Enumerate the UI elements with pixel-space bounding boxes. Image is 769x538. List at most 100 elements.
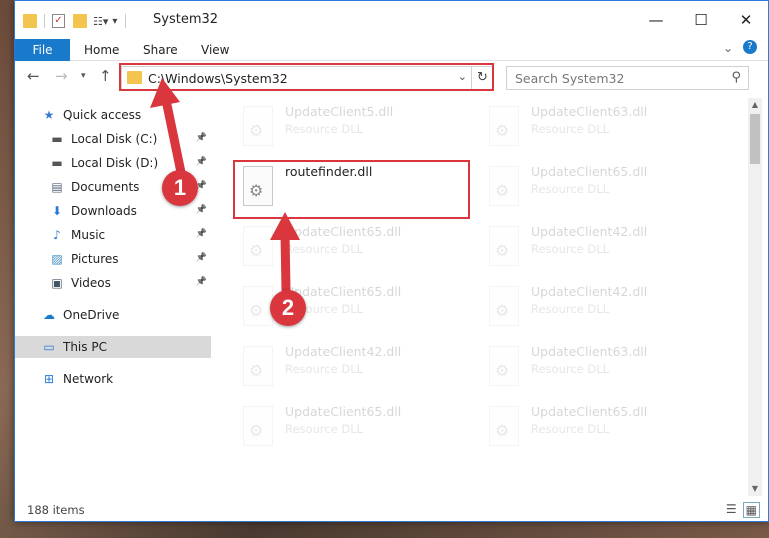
scrollbar-thumb[interactable] xyxy=(750,114,760,164)
dll-file-icon: ⚙ xyxy=(489,106,519,146)
folder-icon[interactable] xyxy=(23,14,37,28)
dll-file-icon: ⚙ xyxy=(243,346,273,386)
sidebar-item-label: Local Disk (D:) xyxy=(71,156,159,170)
sidebar-item-this-pc[interactable]: ▭ This PC xyxy=(15,336,211,358)
scroll-up-icon[interactable]: ▲ xyxy=(748,98,762,112)
gear-icon: ⚙ xyxy=(495,421,510,440)
file-type: Resource DLL xyxy=(285,422,364,436)
file-name: UpdateClient63.dll xyxy=(531,344,648,359)
gear-icon: ⚙ xyxy=(249,361,264,380)
toolbar-divider xyxy=(125,14,127,28)
pin-icon[interactable]: 📌 xyxy=(196,229,207,239)
window-title: System32 xyxy=(153,12,219,27)
scroll-down-icon[interactable]: ▼ xyxy=(748,482,762,496)
gear-icon: ⚙ xyxy=(495,181,510,200)
forward-arrow-icon[interactable]: → xyxy=(55,67,68,89)
file-name: UpdateClient63.dll xyxy=(531,104,648,119)
details-view-icon[interactable]: ☰ xyxy=(726,502,737,518)
recent-locations-icon[interactable]: ▾ xyxy=(81,71,86,93)
file-item[interactable]: ⚙ UpdateClient42.dll Resource DLL xyxy=(483,222,719,276)
pin-icon[interactable]: 📌 xyxy=(196,277,207,287)
properties-icon[interactable]: ✓ xyxy=(52,14,65,28)
file-item[interactable]: ⚙ UpdateClient65.dll Resource DLL xyxy=(483,402,719,456)
search-input[interactable]: Search System32 ⚲ xyxy=(506,66,749,90)
back-arrow-icon[interactable]: ← xyxy=(27,67,40,89)
file-item[interactable]: ⚙ UpdateClient42.dll Resource DLL xyxy=(237,342,473,396)
large-icons-view-icon[interactable]: ▦ xyxy=(742,502,760,518)
pin-icon[interactable]: 📌 xyxy=(196,253,207,263)
gear-icon: ⚙ xyxy=(495,241,510,260)
cloud-icon: ☁ xyxy=(43,308,55,322)
toolbar-divider xyxy=(44,14,45,28)
sidebar-item-quick-access[interactable]: ★ Quick access xyxy=(15,104,211,126)
file-item[interactable]: ⚙ UpdateClient65.dll Resource DLL xyxy=(237,222,473,276)
file-item[interactable]: ⚙ UpdateClient63.dll Resource DLL xyxy=(483,342,719,396)
file-item[interactable]: ⚙ UpdateClient65.dll Resource DLL xyxy=(237,402,473,456)
network-icon: ⊞ xyxy=(43,372,55,386)
gear-icon: ⚙ xyxy=(249,301,264,320)
minimize-button[interactable]: — xyxy=(633,1,679,39)
file-item[interactable]: ⚙ UpdateClient63.dll Resource DLL xyxy=(483,102,719,156)
help-icon[interactable]: ? xyxy=(743,40,757,54)
tab-file[interactable]: File xyxy=(15,39,70,61)
navigation-pane: ★ Quick access ▬ Local Disk (C:) 📌 ▬ Local Dis… xyxy=(15,96,211,496)
dropdown-arrow-icon[interactable]: ▾ xyxy=(112,16,117,27)
customize-icon[interactable]: ☷▾ xyxy=(93,15,108,28)
address-highlight-box xyxy=(119,63,494,91)
dll-file-icon: ⚙ xyxy=(489,346,519,386)
file-highlight-box xyxy=(233,160,470,219)
download-icon: ⬇ xyxy=(51,204,63,218)
file-item[interactable]: ⚙ UpdateClient42.dll Resource DLL xyxy=(483,282,719,336)
dll-file-icon: ⚙ xyxy=(243,106,273,146)
file-type: Resource DLL xyxy=(531,422,610,436)
sidebar-item-videos[interactable]: ▣ Videos 📌 xyxy=(15,272,211,294)
sidebar-item-label: Pictures xyxy=(71,252,119,266)
tab-home[interactable]: Home xyxy=(84,39,119,61)
videos-icon: ▣ xyxy=(51,276,63,290)
sidebar-item-label: OneDrive xyxy=(63,308,120,322)
file-type: Resource DLL xyxy=(531,362,610,376)
item-count: 188 items xyxy=(27,503,85,517)
file-name: UpdateClient42.dll xyxy=(531,284,648,299)
sidebar-item-label: Music xyxy=(71,228,106,242)
dll-file-icon: ⚙ xyxy=(489,226,519,266)
drive-icon: ▬ xyxy=(51,132,63,146)
sidebar-item-label: Quick access xyxy=(63,108,142,122)
up-arrow-icon[interactable]: ↑ xyxy=(99,67,112,89)
sidebar-item-label: This PC xyxy=(63,340,107,354)
sidebar-item-label: Local Disk (C:) xyxy=(71,132,158,146)
search-icon[interactable]: ⚲ xyxy=(731,70,741,85)
new-folder-icon[interactable] xyxy=(73,14,87,28)
sidebar-item-pictures[interactable]: ▨ Pictures 📌 xyxy=(15,248,211,270)
sidebar-item-onedrive[interactable]: ☁ OneDrive xyxy=(15,304,211,326)
tab-view[interactable]: View xyxy=(201,39,229,61)
file-type: Resource DLL xyxy=(285,362,364,376)
file-name: UpdateClient5.dll xyxy=(285,104,394,119)
file-name: UpdateClient65.dll xyxy=(531,404,648,419)
ribbon-collapse-icon[interactable]: ⌄ xyxy=(723,41,733,55)
computer-icon: ▭ xyxy=(43,340,55,354)
close-button[interactable]: ✕ xyxy=(723,1,769,39)
dll-file-icon: ⚙ xyxy=(243,226,273,266)
tab-share[interactable]: Share xyxy=(143,39,178,61)
gear-icon: ⚙ xyxy=(495,301,510,320)
gear-icon: ⚙ xyxy=(249,421,264,440)
maximize-button[interactable]: ☐ xyxy=(678,1,724,39)
file-type: Resource DLL xyxy=(531,182,610,196)
file-name: UpdateClient65.dll xyxy=(531,164,648,179)
sidebar-item-music[interactable]: ♪ Music 📌 xyxy=(15,224,211,246)
pin-icon[interactable]: 📌 xyxy=(196,133,207,143)
file-item[interactable]: ⚙ UpdateClient5.dll Resource DLL xyxy=(237,102,473,156)
music-icon: ♪ xyxy=(53,228,61,242)
pin-icon[interactable]: 📌 xyxy=(196,157,207,167)
title-bar: ✓ ☷▾ ▾ System32 — ☐ ✕ xyxy=(15,1,768,39)
file-type: Resource DLL xyxy=(531,122,610,136)
vertical-scrollbar[interactable]: ▲ ▼ xyxy=(748,98,762,496)
drive-icon: ▬ xyxy=(51,156,63,170)
status-bar: 188 items ☰ ▦ xyxy=(15,499,768,521)
file-name: UpdateClient65.dll xyxy=(285,224,402,239)
file-item[interactable]: ⚙ UpdateClient65.dll Resource DLL xyxy=(483,162,719,216)
sidebar-item-network[interactable]: ⊞ Network xyxy=(15,368,211,390)
sidebar-item-local-disk-c[interactable]: ▬ Local Disk (C:) 📌 xyxy=(15,128,211,150)
pin-icon[interactable]: 📌 xyxy=(196,205,207,215)
